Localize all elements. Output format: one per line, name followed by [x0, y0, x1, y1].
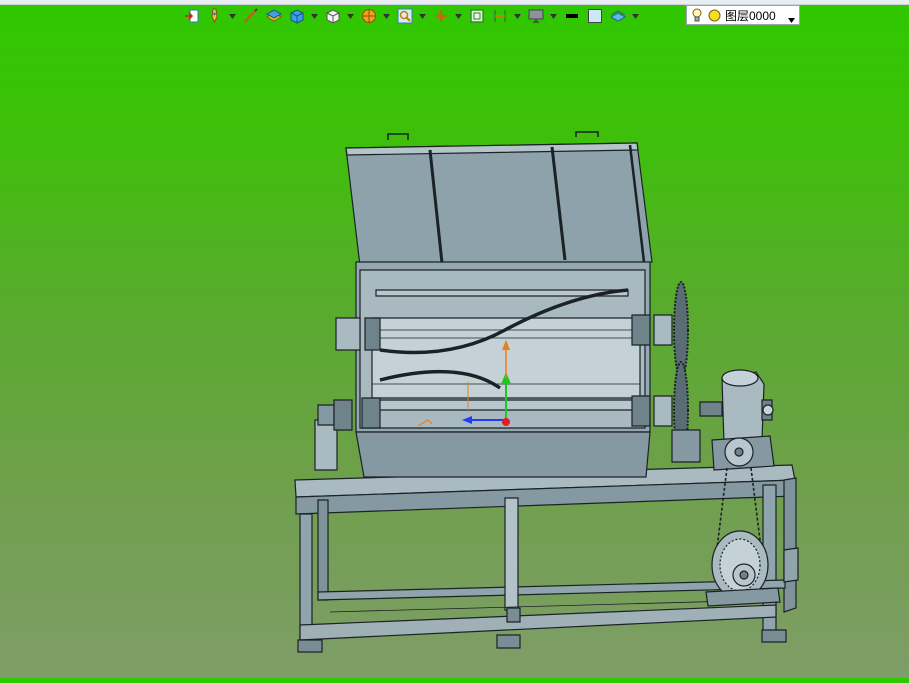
- layer-select[interactable]: 图层0000: [686, 5, 800, 25]
- gear-motor: [699, 369, 775, 471]
- zoom-icon[interactable]: [395, 6, 415, 26]
- move-axis-icon[interactable]: [431, 6, 451, 26]
- machine-model[interactable]: [0, 28, 909, 678]
- section-dropdown[interactable]: [513, 8, 521, 24]
- frame-icon[interactable]: [467, 6, 487, 26]
- fill-color-icon[interactable]: [585, 6, 605, 26]
- bulb-icon[interactable]: [690, 7, 704, 23]
- pen-tool-dropdown[interactable]: [228, 8, 236, 24]
- import-icon[interactable]: [182, 6, 202, 26]
- pen-tool-icon[interactable]: [205, 6, 225, 26]
- display-icon[interactable]: [526, 6, 546, 26]
- layers-3d-icon[interactable]: [264, 6, 284, 26]
- solid-cube-icon[interactable]: [287, 6, 307, 26]
- zoom-dropdown[interactable]: [418, 8, 426, 24]
- sketch-icon[interactable]: [241, 6, 261, 26]
- layer-name: 图层0000: [725, 8, 776, 23]
- surface-dropdown[interactable]: [631, 8, 639, 24]
- line-color-icon[interactable]: [562, 6, 582, 26]
- 3d-viewport[interactable]: [0, 28, 909, 678]
- view-cube-dropdown[interactable]: [346, 8, 354, 24]
- section-icon[interactable]: [490, 6, 510, 26]
- view-cube-icon[interactable]: [323, 6, 343, 26]
- display-dropdown[interactable]: [549, 8, 557, 24]
- move-axis-dropdown[interactable]: [454, 8, 462, 24]
- sphere-render-icon[interactable]: [359, 6, 379, 26]
- drive-gear: [671, 281, 701, 463]
- sphere-render-dropdown[interactable]: [382, 8, 390, 24]
- surface-icon[interactable]: [608, 6, 628, 26]
- sun-icon[interactable]: [707, 7, 721, 23]
- left-bearing: [314, 399, 353, 471]
- mixer-tank: [335, 261, 673, 478]
- chevron-down-icon[interactable]: [788, 12, 795, 26]
- solid-cube-dropdown[interactable]: [310, 8, 318, 24]
- open-lid: [345, 131, 653, 267]
